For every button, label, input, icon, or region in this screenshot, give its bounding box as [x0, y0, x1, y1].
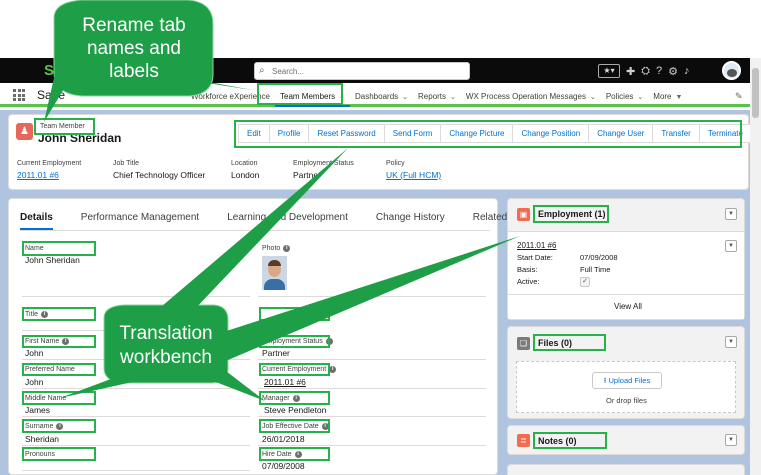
callout-top-line2: names and	[86, 38, 181, 59]
callout-middle-line1: Translation	[119, 323, 213, 344]
callout-pointer-manager	[195, 368, 265, 401]
callout-top-line3: labels	[109, 61, 159, 82]
callout-pointer-actions	[155, 148, 348, 312]
callout-pointer-employment	[205, 236, 520, 360]
callout-top-line1: Rename tab	[82, 15, 186, 36]
app-root: { "callouts": { "top_line1": "Rename tab…	[0, 0, 761, 475]
callout-middle-line2: workbench	[120, 347, 212, 368]
